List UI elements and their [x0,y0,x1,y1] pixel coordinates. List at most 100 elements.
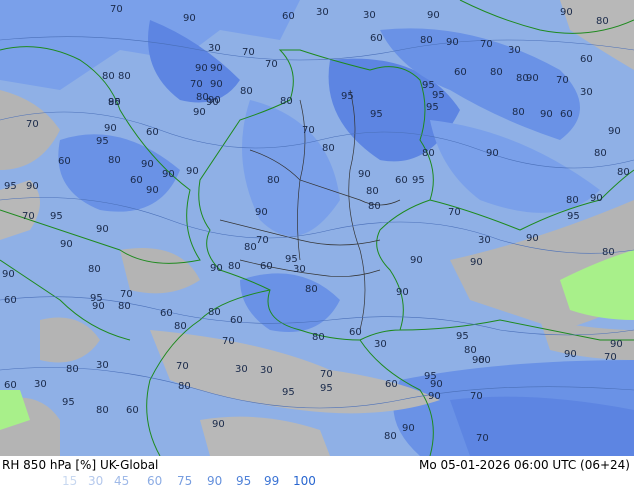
contour-label: 80 [96,405,109,416]
contour-label: 90 [430,379,443,390]
contour-label: 30 [508,45,521,56]
contour-label: 80 [88,264,101,275]
contour-label: 80 [602,247,615,258]
legend-value: 95 [236,474,252,488]
contour-label: 80 [512,107,525,118]
contour-label: 80 [384,431,397,442]
contour-label: 95 [96,136,109,147]
contour-label: 70 [110,4,123,15]
contour-label: 30 [208,43,221,54]
contour-label: 70 [556,75,569,86]
contour-label: 90 [92,301,105,312]
contour-label: 80 [617,167,630,178]
contour-label: 95 [62,397,75,408]
contour-label: 80 [228,261,241,272]
contour-label: 60 [58,156,71,167]
contour-label: 90 [210,79,223,90]
contour-label: 60 [478,355,491,366]
contour-label: 90 [26,181,39,192]
contour-label: 95 [432,90,445,101]
contour-label: 80 [66,364,79,375]
contour-label: 60 [126,405,139,416]
contour-label: 90 [96,224,109,235]
contour-label: 90 [410,255,423,266]
contour-label: 60 [560,109,573,120]
contour-label: 60 [385,379,398,390]
contour-label: 90 [526,73,539,84]
contour-label: 80 [240,86,253,97]
contour-label: 80 [108,155,121,166]
contour-label: 80 [420,35,433,46]
contour-label: 90 [396,287,409,298]
contour-label: 90 [255,207,268,218]
contour-label: 90 [358,169,371,180]
contour-label: 60 [395,175,408,186]
contour-label: 90 [428,391,441,402]
color-legend: 15 30 45 60 75 90 95 99 100 [0,474,340,488]
contour-label: 95 [567,211,580,222]
legend-value: 60 [147,474,163,488]
legend-value: 15 [62,474,78,488]
legend-value: 75 [177,474,193,488]
contour-label: 30 [235,364,248,375]
contour-label: 95 [426,102,439,113]
contour-label: 30 [34,379,47,390]
map-footer: RH 850 hPa [%] UK-Global Mo 05-01-2026 0… [0,456,634,490]
contour-label: 30 [293,264,306,275]
contour-label: 70 [302,125,315,136]
contour-label: 80 [118,71,131,82]
contour-label: 30 [363,10,376,21]
contour-label: 90 [486,148,499,159]
weather-map: 70 90 60 30 30 90 90 80 70 60 80 90 70 30 30 70 60 80 80 90… [0,0,634,456]
contour-label: 80 [244,242,257,253]
contour-label: 60 [580,54,593,65]
contour-label: 70 [120,289,133,300]
contour-label: 80 [594,148,607,159]
contour-label: 90 [206,97,219,108]
contour-label: 60 [454,67,467,78]
valid-time: Mo 05-01-2026 06:00 UTC (06+24) [418,458,630,472]
contour-label: 90 [212,419,225,430]
contour-label: 90 [526,233,539,244]
contour-label: 30 [260,365,273,376]
contour-label: 95 [412,175,425,186]
contour-label: 30 [96,360,109,371]
contour-label: 80 [596,16,609,27]
contour-label: 80 [312,332,325,343]
legend-value: 99 [264,474,280,488]
contour-label: 80 [566,195,579,206]
contour-label: 90 [141,159,154,170]
contour-label: 90 [186,166,199,177]
contour-label: 80 [267,175,280,186]
contour-label: 80 [368,201,381,212]
contour-label: 30 [478,235,491,246]
contour-label: 70 [242,47,255,58]
contour-label: 90 [183,13,196,24]
contour-label: 60 [4,380,17,391]
contour-label: 90 [446,37,459,48]
contour-label: 30 [374,339,387,350]
contour-label: 90 [104,123,117,134]
contour-label: 80 [490,67,503,78]
contour-label: 30 [580,87,593,98]
contour-label: 90 [540,109,553,120]
contour-label: 60 [260,261,273,272]
contour-label: 90 [564,349,577,360]
contour-label: 60 [160,308,173,319]
contour-label: 80 [174,321,187,332]
contour-label: 80 [102,71,115,82]
contour-label: 95 [456,331,469,342]
contour-label: 80 [108,97,121,108]
contour-label: 90 [560,7,573,18]
contour-label: 90 [2,269,15,280]
contour-label: 95 [341,91,354,102]
contour-label: 30 [316,7,329,18]
contour-label: 70 [476,433,489,444]
contour-label: 60 [230,315,243,326]
contour-label: 60 [370,33,383,44]
contour-label: 70 [265,59,278,70]
contour-label: 90 [146,185,159,196]
legend-value: 30 [88,474,104,488]
contour-label: 90 [162,169,175,180]
contour-label: 90 [610,339,623,350]
